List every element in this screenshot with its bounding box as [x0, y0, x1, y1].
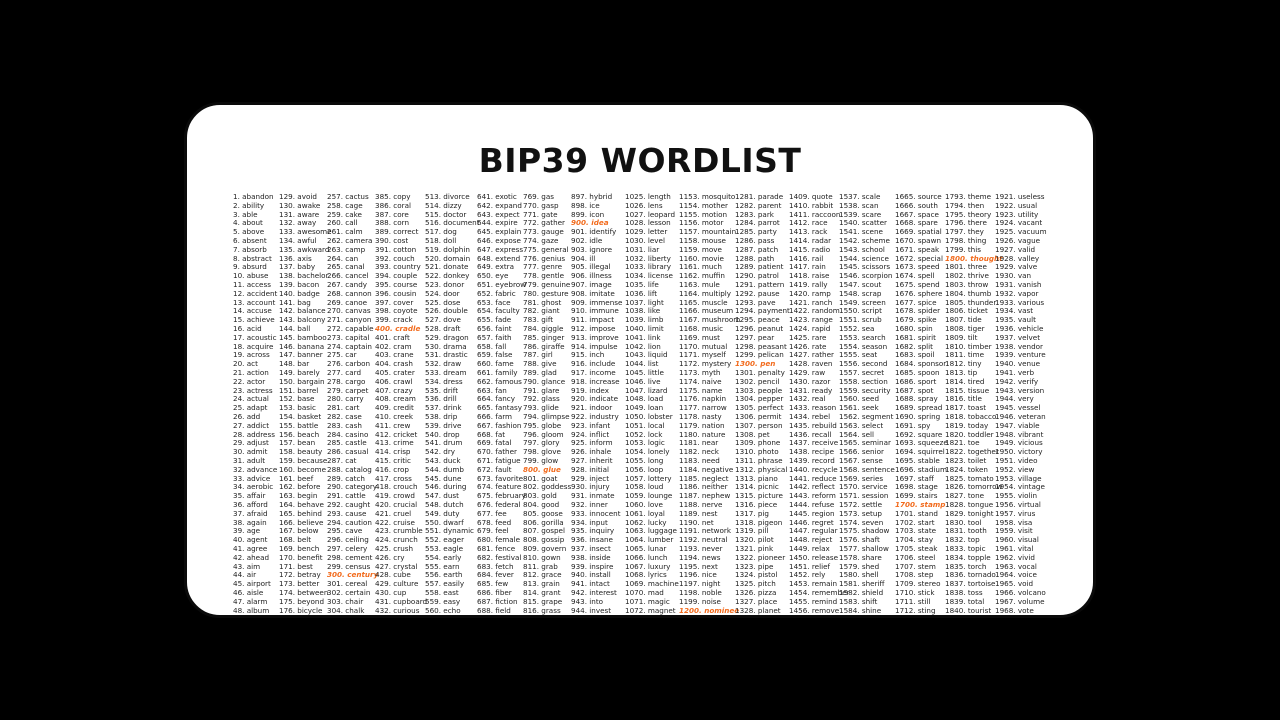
word-entry: 1969. voyage [995, 615, 1044, 616]
word-entry: 305. champion [327, 615, 381, 616]
word-entry: 1457. render [789, 615, 836, 616]
word-entry: 689. figure [477, 615, 516, 616]
word-entry: 817. gravity [523, 615, 567, 616]
word-entry: 945. invite [571, 615, 609, 616]
word-entry: 1585. ship [839, 615, 877, 616]
word-entry: 1329. plastic [735, 615, 781, 616]
word-entry: 49. alcohol [233, 615, 272, 616]
word-entry: 1841. toward [945, 615, 993, 616]
word-entry: 177. bid [279, 615, 308, 616]
word-entry: 1073. maid [625, 615, 666, 616]
word-entry: 561. ecology [425, 615, 471, 616]
page-title: BIP39 WORDLIST [478, 141, 802, 180]
word-entry: 1713. stock [895, 615, 937, 616]
wordlist-grid: 1. abandon 2. ability 3. able 4. about 5. ab… [233, 192, 1093, 616]
wordlist-card: BIP39 WORDLIST 1. abandon 2. ability 3. ab… [184, 102, 1096, 618]
word-entry: 1201. noodle [679, 615, 726, 616]
word-entry: 433. current [375, 615, 419, 616]
